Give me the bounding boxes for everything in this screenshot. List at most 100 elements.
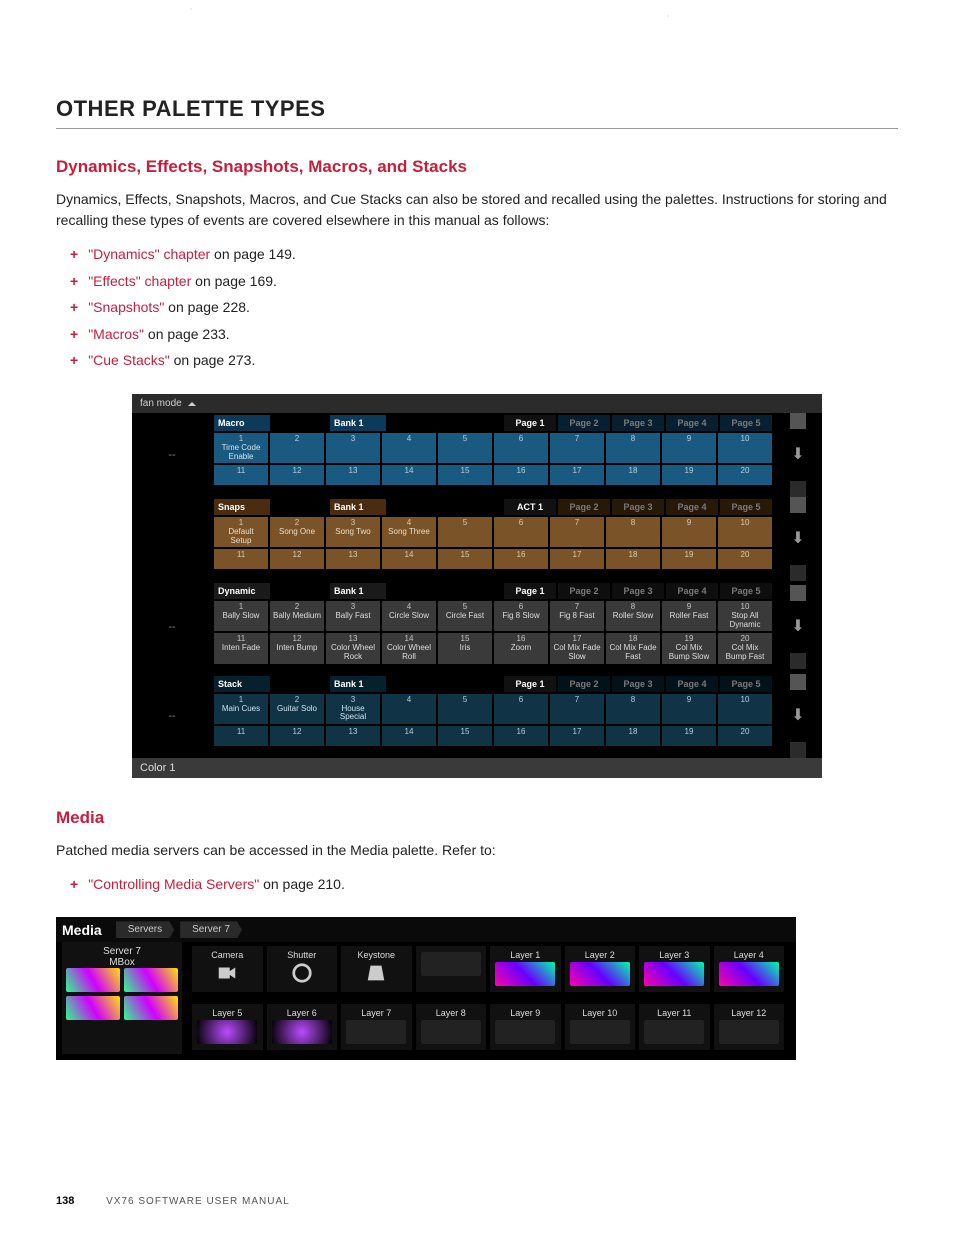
palette-cell[interactable]: 4 [382,694,436,724]
palette-cell[interactable]: 19Col Mix Bump Slow [662,633,716,663]
palette-cell[interactable]: 4 [382,433,436,463]
palette-cell[interactable]: 1Default Setup [214,517,268,547]
page-tab[interactable]: Page 4 [666,676,718,692]
palette-cell[interactable]: 5 [438,694,492,724]
palette-cell[interactable]: 18 [606,726,660,746]
palette-cell[interactable]: 14Color Wheel Roll [382,633,436,663]
palette-cell[interactable]: 1Time Code Enable [214,433,268,463]
page-tab[interactable]: Page 4 [666,499,718,515]
reference-link[interactable]: "Macros" [88,326,144,342]
palette-cell[interactable]: 9 [662,517,716,547]
palette-cell[interactable]: 8Roller Slow [606,601,660,631]
page-tab[interactable]: Page 2 [558,583,610,599]
palette-cell[interactable]: 3Song Two [326,517,380,547]
palette-cell[interactable]: 9 [662,694,716,724]
palette-cell[interactable]: 12Inten Bump [270,633,324,663]
reference-link[interactable]: "Snapshots" [88,299,164,315]
stop-icon[interactable] [790,585,806,601]
palette-cell[interactable]: 12 [270,726,324,746]
media-slot[interactable]: Layer 9 [490,1004,561,1050]
page-tab[interactable]: Page 5 [720,583,772,599]
palette-cell[interactable]: 2Bally Medium [270,601,324,631]
stop-icon[interactable] [790,565,806,581]
palette-cell[interactable]: 19 [662,726,716,746]
palette-cell[interactable]: 2Guitar Solo [270,694,324,724]
media-slot[interactable]: Shutter [267,946,338,992]
palette-cell[interactable]: 20 [718,465,772,485]
stop-icon[interactable] [790,742,806,758]
media-servers-link[interactable]: "Controlling Media Servers" [88,876,259,892]
palette-cell[interactable]: 5 [438,433,492,463]
palette-cell[interactable]: 19 [662,549,716,569]
palette-cell[interactable]: 9 [662,433,716,463]
palette-cell[interactable]: 7 [550,433,604,463]
palette-title[interactable]: Snaps [214,499,270,515]
page-tab[interactable]: ACT 1 [504,499,556,515]
palette-cell[interactable]: 18 [606,549,660,569]
palette-cell[interactable]: 13 [326,465,380,485]
palette-cell[interactable]: 14 [382,465,436,485]
palette-cell[interactable]: 11Inten Fade [214,633,268,663]
page-tab[interactable]: Page 5 [720,415,772,431]
palette-cell[interactable]: 16Zoom [494,633,548,663]
page-tab[interactable]: Page 3 [612,583,664,599]
media-slot[interactable]: Keystone [341,946,412,992]
palette-cell[interactable]: 14 [382,726,436,746]
palette-cell[interactable]: 8 [606,433,660,463]
page-tab[interactable]: Page 3 [612,415,664,431]
media-slot[interactable]: Camera [192,946,263,992]
palette-cell[interactable]: 17 [550,726,604,746]
page-tab[interactable]: Page 4 [666,583,718,599]
media-slot[interactable]: Layer 4 [714,946,785,992]
palette-cell[interactable]: 2 [270,433,324,463]
palette-cell[interactable]: 8 [606,517,660,547]
down-arrow-icon[interactable]: ⬇ [791,531,804,547]
media-slot[interactable]: Layer 1 [490,946,561,992]
media-slot[interactable]: Layer 10 [565,1004,636,1050]
palette-cell[interactable]: 13Color Wheel Rock [326,633,380,663]
page-tab[interactable]: Page 5 [720,499,772,515]
media-slot[interactable]: Layer 6 [267,1004,338,1050]
page-tab[interactable]: Page 3 [612,676,664,692]
reference-link[interactable]: "Cue Stacks" [88,352,170,368]
palette-cell[interactable]: 19 [662,465,716,485]
palette-title[interactable]: Dynamic [214,583,270,599]
page-tab[interactable]: Page 1 [504,676,556,692]
palette-cell[interactable]: 6 [494,694,548,724]
stop-icon[interactable] [790,674,806,690]
palette-cell[interactable]: 7 [550,694,604,724]
page-tab[interactable]: Page 2 [558,415,610,431]
palette-cell[interactable]: 16 [494,549,548,569]
palette-cell[interactable]: 17 [550,465,604,485]
page-tab[interactable]: Page 3 [612,499,664,515]
palette-cell[interactable]: 4Song Three [382,517,436,547]
page-tab[interactable]: Page 5 [720,676,772,692]
palette-cell[interactable]: 10 [718,694,772,724]
reference-link[interactable]: "Dynamics" chapter [88,246,210,262]
palette-cell[interactable]: 3House Special [326,694,380,724]
palette-cell[interactable]: 13 [326,549,380,569]
palette-cell[interactable]: 6Fig 8 Slow [494,601,548,631]
palette-cell[interactable]: 10 [718,517,772,547]
palette-cell[interactable]: 8 [606,694,660,724]
palette-cell[interactable]: 15 [438,726,492,746]
media-slot[interactable]: Layer 8 [416,1004,487,1050]
palette-cell[interactable]: 15 [438,465,492,485]
media-slot[interactable] [416,946,487,992]
palette-cell[interactable]: 5Circle Fast [438,601,492,631]
palette-cell[interactable]: 18 [606,465,660,485]
palette-cell[interactable]: 10Stop All Dynamic [718,601,772,631]
fan-mode-bar[interactable]: fan mode [132,394,822,413]
palette-cell[interactable]: 10 [718,433,772,463]
page-tab[interactable]: Page 4 [666,415,718,431]
stop-icon[interactable] [790,413,806,429]
palette-cell[interactable]: 16 [494,465,548,485]
page-tab[interactable]: Page 1 [504,415,556,431]
palette-cell[interactable]: 7Fig 8 Fast [550,601,604,631]
palette-cell[interactable]: 9Roller Fast [662,601,716,631]
reference-link[interactable]: "Effects" chapter [88,273,191,289]
palette-cell[interactable]: 13 [326,726,380,746]
palette-cell[interactable]: 17Col Mix Fade Slow [550,633,604,663]
server-card[interactable]: Server 7 MBox [62,942,182,1054]
bank-button[interactable]: Bank 1 [330,676,386,692]
